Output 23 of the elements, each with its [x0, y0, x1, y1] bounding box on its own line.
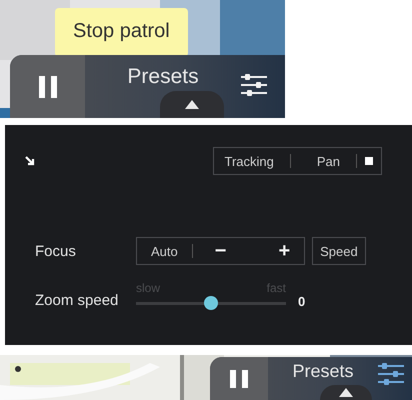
pause-icon[interactable] — [38, 76, 56, 98]
stop-icon — [365, 157, 373, 165]
settings-icon[interactable] — [241, 74, 267, 96]
tooltip: Stop patrol — [55, 8, 188, 57]
zoom-speed-label: Zoom speed — [35, 292, 120, 311]
pause-button[interactable] — [10, 55, 85, 118]
presets-button[interactable]: Presets — [85, 55, 241, 89]
focus-label: Focus — [35, 242, 77, 260]
pause-button[interactable] — [210, 357, 268, 400]
caret-up-icon — [339, 388, 353, 397]
expand-tab[interactable] — [160, 91, 224, 118]
arrow-icon[interactable] — [25, 156, 35, 166]
zoom-speed-value: 0 — [298, 294, 306, 311]
focus-plus-button[interactable]: + — [236, 238, 304, 264]
pause-icon[interactable] — [230, 370, 248, 388]
settings-icon[interactable] — [378, 363, 404, 385]
mode-button[interactable]: Tracking — [214, 148, 290, 174]
slider-thumb[interactable] — [204, 296, 218, 310]
focus-minus-button[interactable]: − — [192, 238, 236, 264]
speed-button[interactable]: Speed — [312, 237, 366, 265]
presets-button[interactable]: Presets — [268, 357, 378, 382]
auto-button[interactable]: Auto — [137, 238, 192, 264]
mode-button[interactable]: Pan — [290, 148, 356, 174]
